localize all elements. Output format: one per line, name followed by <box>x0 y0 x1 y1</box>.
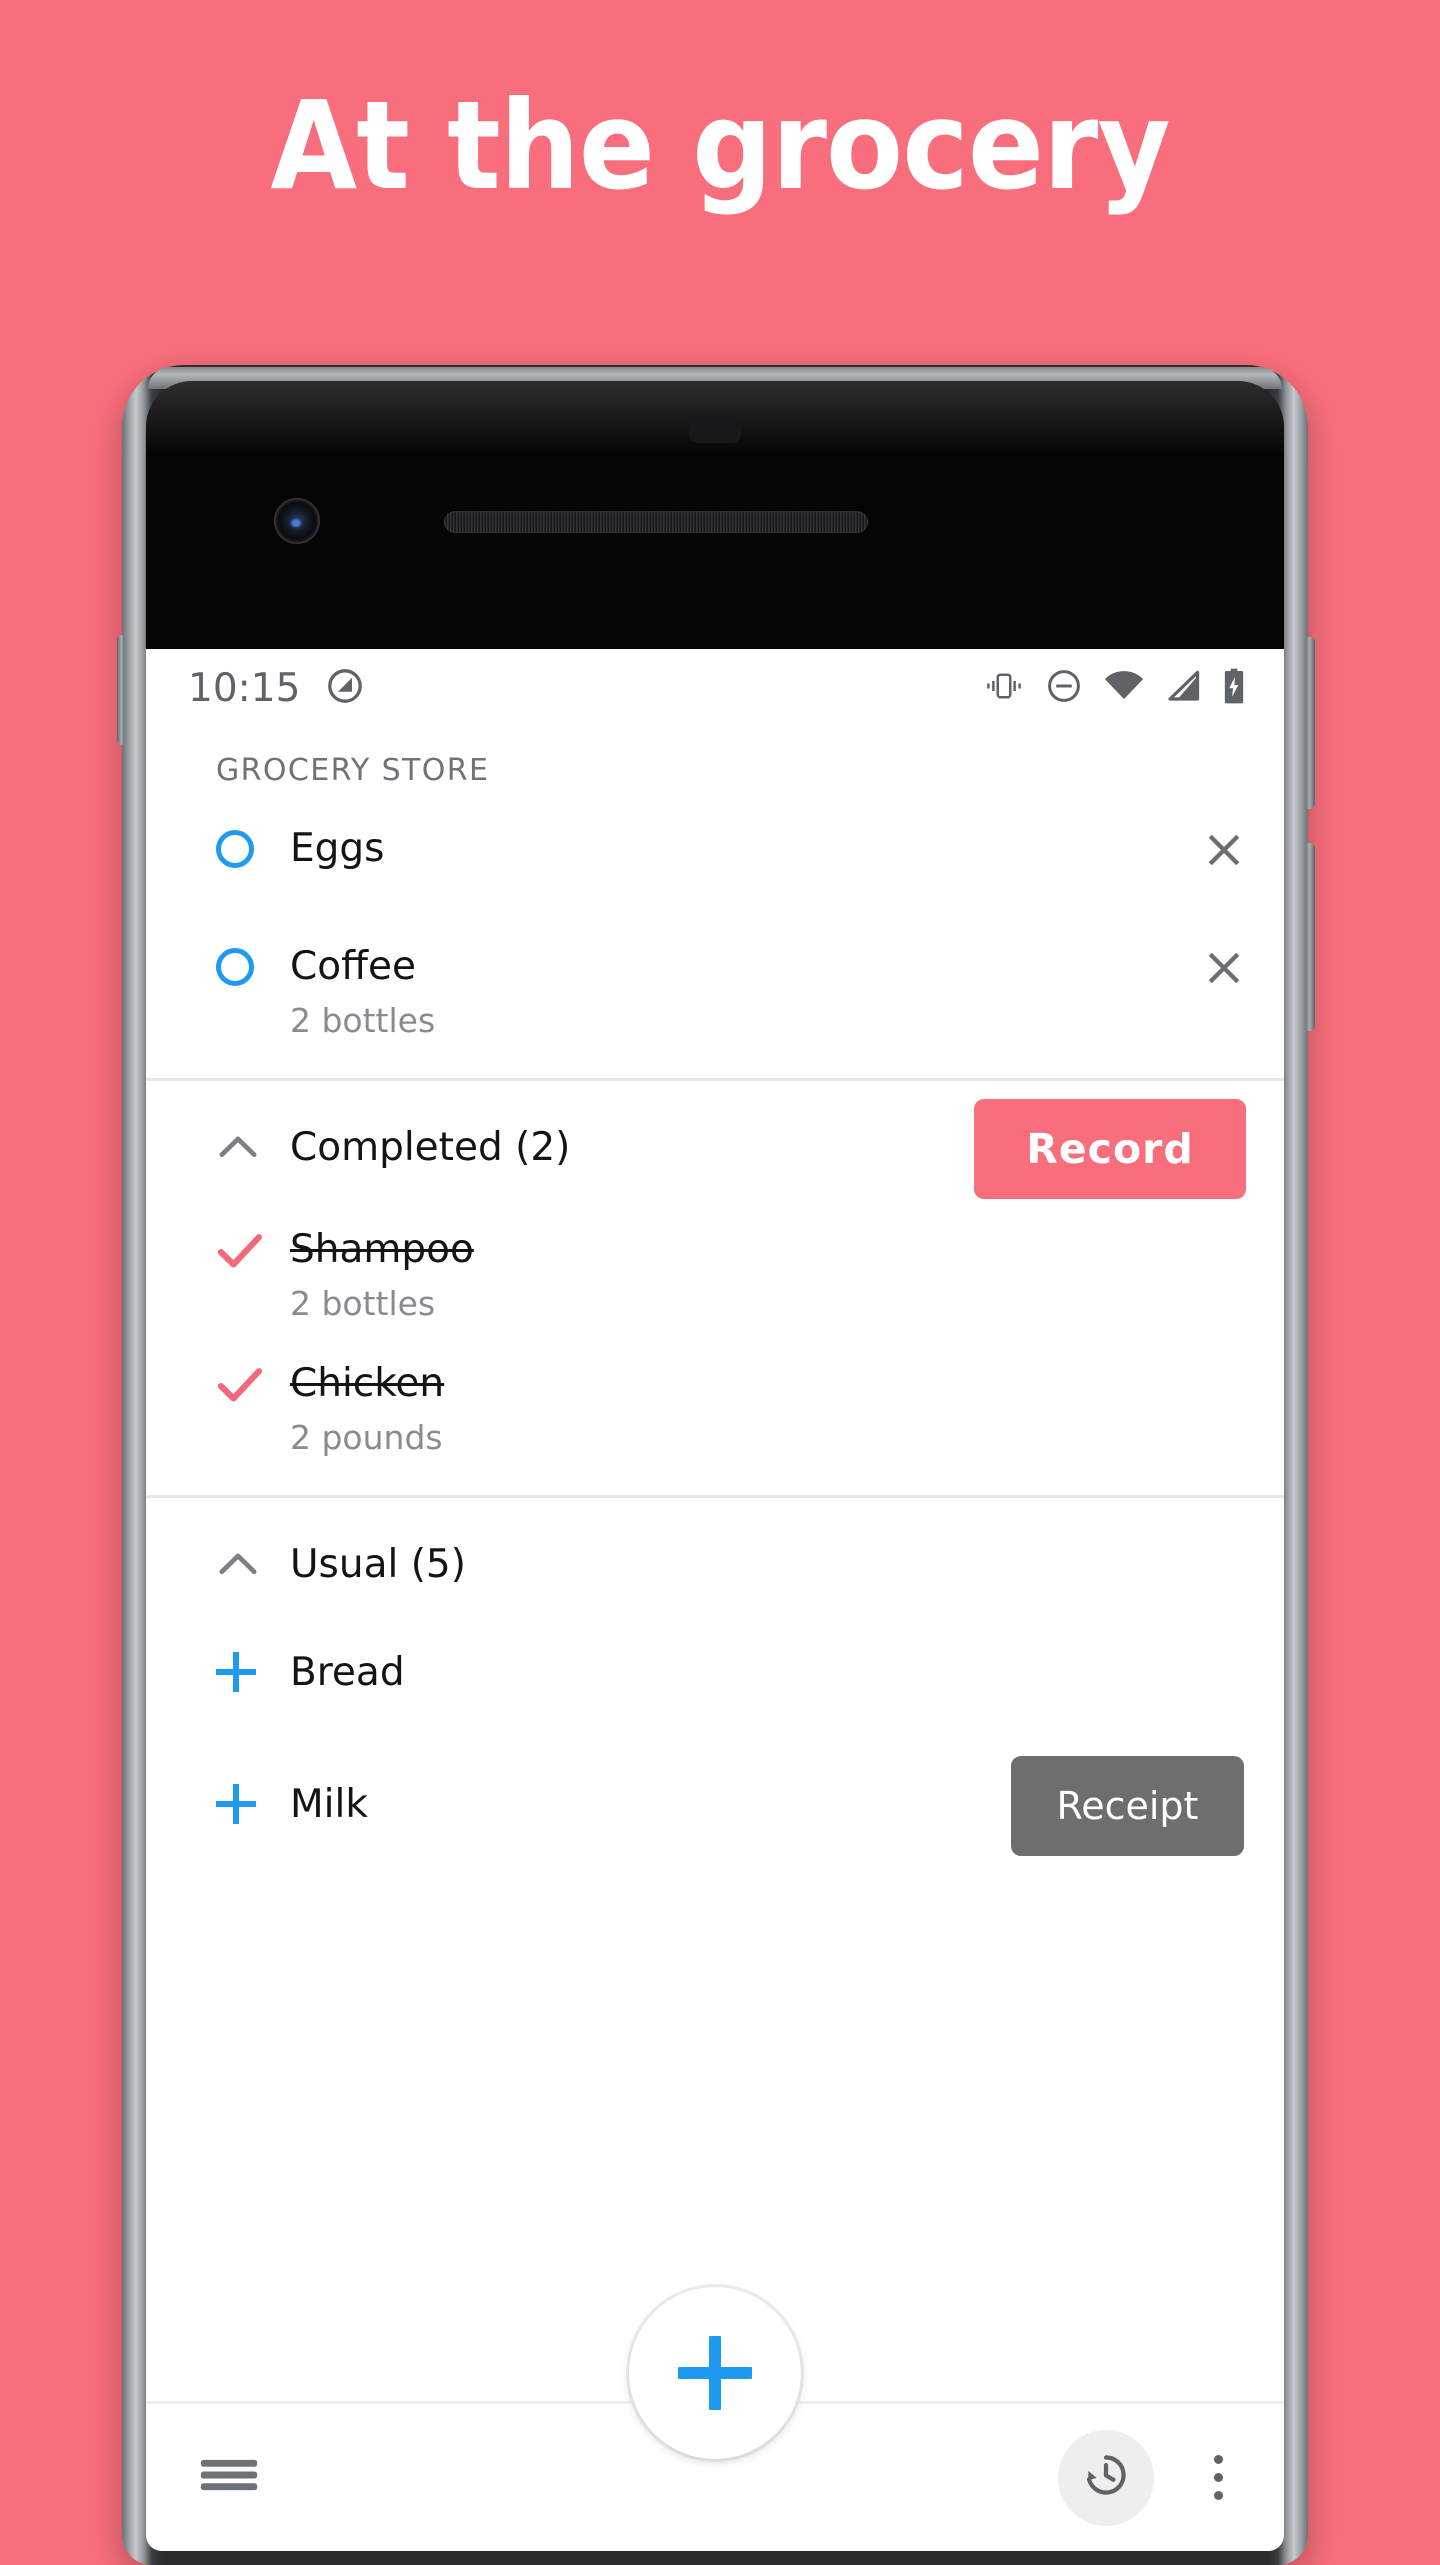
item-leading <box>216 812 290 868</box>
proximity-sensor-icon <box>689 415 741 443</box>
usual-group-label: Usual (5) <box>290 1541 466 1587</box>
item-leading <box>216 1347 290 1410</box>
item-title: Milk <box>290 1782 368 1827</box>
item-body: Chicken 2 pounds <box>290 1347 1246 1463</box>
list-item[interactable]: Eggs <box>146 796 1284 908</box>
delete-item-icon[interactable] <box>1202 946 1246 995</box>
delete-item-icon[interactable] <box>1202 828 1246 877</box>
item-title: Chicken <box>290 1361 445 1406</box>
item-title: Bread <box>290 1650 405 1695</box>
phone-power-button[interactable] <box>1306 637 1315 809</box>
item-trailing <box>1202 812 1246 877</box>
item-leading <box>216 1213 290 1276</box>
wifi-icon <box>1104 670 1144 707</box>
item-body: Coffee 2 bottles <box>290 930 1202 1046</box>
history-icon <box>1079 2448 1133 2507</box>
active-items-list: Eggs Coffee 2 bottles <box>146 788 1284 1060</box>
status-time: 10:15 <box>188 665 301 711</box>
checkbox-unchecked-icon[interactable] <box>216 830 254 868</box>
item-subtitle: 2 bottles <box>290 1284 436 1323</box>
add-item-icon[interactable] <box>216 1652 256 1692</box>
cell-signal-icon <box>1166 670 1200 707</box>
chevron-up-icon[interactable] <box>216 1549 290 1579</box>
list-item[interactable]: Bread <box>146 1630 1284 1762</box>
item-body: Eggs <box>290 812 1202 876</box>
overflow-menu-icon[interactable] <box>1194 2430 1242 2526</box>
list-item[interactable]: Chicken 2 pounds <box>146 1347 1284 1481</box>
overflow-dot <box>1213 2455 1223 2464</box>
promo-headline: At the grocery <box>270 75 1170 217</box>
phone-volume-button[interactable] <box>1306 843 1315 1031</box>
plus-icon <box>678 2336 752 2410</box>
completed-group-header[interactable]: Completed (2) Record <box>146 1081 1284 1213</box>
do-not-disturb-icon <box>1046 668 1082 709</box>
vibrate-icon <box>984 670 1024 707</box>
list-section-header: GROCERY STORE <box>216 753 490 788</box>
add-fab-button[interactable] <box>629 2287 801 2459</box>
bottom-bar-left <box>196 2449 262 2506</box>
item-title: Coffee <box>290 944 416 989</box>
status-bar-left: 10:15 <box>188 666 364 711</box>
item-subtitle: 2 bottles <box>290 1001 436 1040</box>
item-body: Shampoo 2 bottles <box>290 1213 1246 1329</box>
list-item[interactable]: Milk Receipt <box>146 1756 1284 1894</box>
hamburger-menu-icon[interactable] <box>196 2449 262 2506</box>
phone-screen: 10:15 GROCERY STORE Eggs Coffee 2 bottle… <box>146 649 1284 2551</box>
bottom-bar-right <box>1058 2429 1242 2526</box>
phone-mockup: 10:15 GROCERY STORE Eggs Coffee 2 bottle… <box>117 365 1315 2565</box>
battery-charging-icon <box>1222 668 1246 709</box>
list-item[interactable]: Coffee 2 bottles <box>146 908 1284 1060</box>
phone-bezel: 10:15 GROCERY STORE Eggs Coffee 2 bottle… <box>146 381 1284 2551</box>
item-leading <box>216 930 290 986</box>
item-trailing <box>1202 930 1246 995</box>
history-button[interactable] <box>1058 2429 1154 2526</box>
list-item[interactable]: Shampoo 2 bottles <box>146 1213 1284 1347</box>
checkmark-icon[interactable] <box>216 1231 264 1276</box>
front-camera-icon <box>274 498 320 544</box>
item-title: Eggs <box>290 826 385 871</box>
completed-group-label: Completed (2) <box>290 1124 571 1170</box>
usual-group-header[interactable]: Usual (5) <box>146 1498 1284 1630</box>
receipt-tooltip[interactable]: Receipt <box>1011 1756 1244 1856</box>
add-item-icon[interactable] <box>216 1784 256 1824</box>
chevron-up-icon[interactable] <box>216 1132 290 1162</box>
record-tooltip[interactable]: Record <box>974 1099 1246 1199</box>
earpiece-speaker-icon <box>444 511 868 533</box>
phone-left-button[interactable] <box>117 635 124 745</box>
status-bar: 10:15 <box>146 649 1284 727</box>
overflow-dot <box>1213 2473 1223 2482</box>
do-not-disturb-shape-icon <box>326 667 364 710</box>
item-body: Bread <box>290 1630 1246 1700</box>
item-leading <box>216 1762 290 1824</box>
checkmark-icon[interactable] <box>216 1365 264 1410</box>
item-subtitle: 2 pounds <box>290 1418 443 1457</box>
checkbox-unchecked-icon[interactable] <box>216 948 254 986</box>
overflow-dot <box>1213 2491 1223 2500</box>
item-title: Shampoo <box>290 1227 474 1272</box>
status-bar-right <box>984 668 1246 709</box>
item-leading <box>216 1630 290 1692</box>
